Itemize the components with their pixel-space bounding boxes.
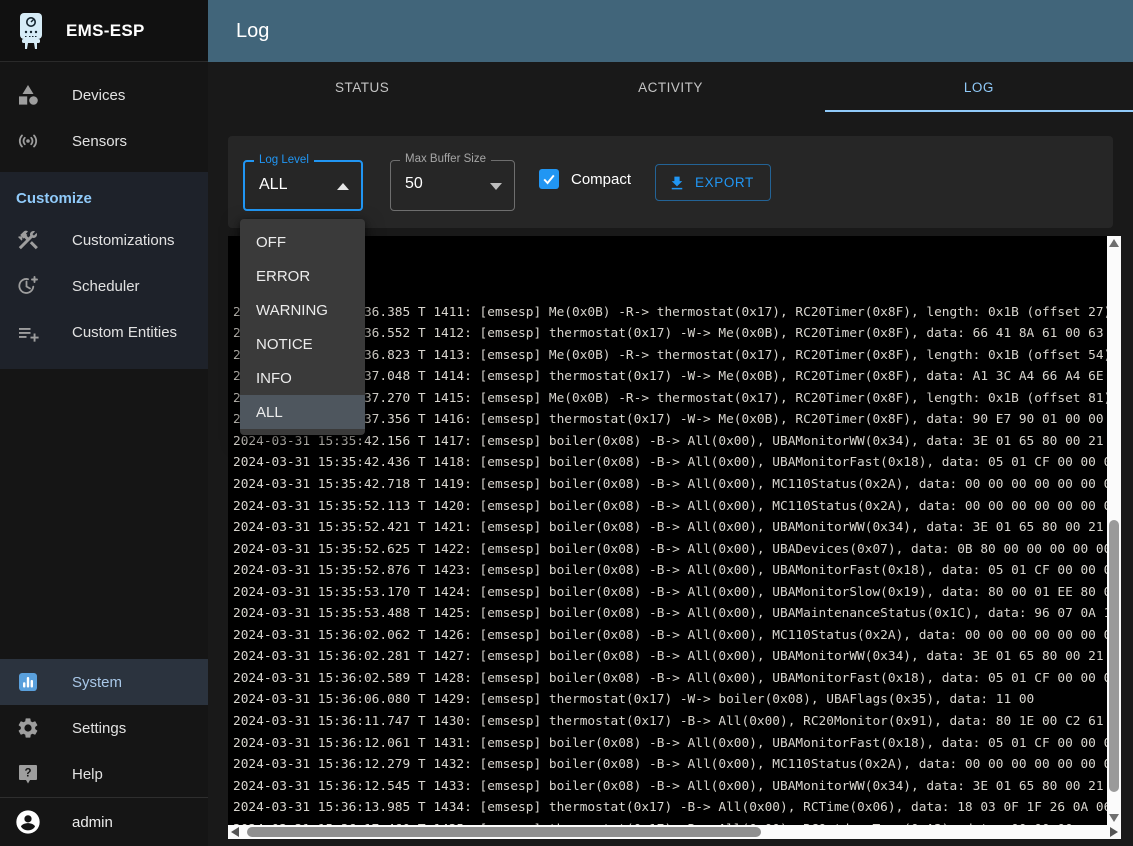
scroll-left-icon[interactable] [231, 827, 239, 837]
analytics-icon [16, 670, 40, 694]
log-level-option[interactable]: OFF [240, 225, 365, 259]
log-level-label: Log Level [254, 154, 314, 166]
log-line: 2024-03-31 15:36:02.062 T 1426: [emsesp]… [233, 625, 1107, 647]
tab-status[interactable]: STATUS [208, 62, 516, 112]
help-bubble-icon: ? [16, 762, 40, 786]
log-line: 2024-03-31 15:35:53.488 T 1425: [emsesp]… [233, 603, 1107, 625]
log-level-value: ALL [259, 176, 287, 194]
log-line: 2024-03-31 15:35:53.170 T 1424: [emsesp]… [233, 582, 1107, 604]
sidebar-item-label: Customizations [72, 232, 175, 249]
log-line: 2024-03-31 15:36:12.279 T 1432: [emsesp]… [233, 754, 1107, 776]
customize-section-title: Customize [0, 172, 208, 217]
tab-activity[interactable]: ACTIVITY [516, 62, 824, 112]
log-line: 2024-03-31 15:35:42.718 T 1419: [emsesp]… [233, 474, 1107, 496]
category-icon [16, 83, 40, 107]
log-line: 2024-03-31 15:35:52.625 T 1422: [emsesp]… [233, 539, 1107, 561]
chevron-down-icon [490, 183, 502, 190]
max-buffer-value: 50 [405, 175, 423, 193]
log-level-select[interactable]: Log Level ALL [243, 160, 363, 211]
log-line: 2024-03-31 15:35:42.436 T 1418: [emsesp]… [233, 452, 1107, 474]
playlist-add-icon [16, 320, 40, 344]
log-level-menu: OFFERRORWARNINGNOTICEINFOALL [240, 219, 365, 435]
scroll-down-icon[interactable] [1109, 814, 1119, 822]
log-level-option[interactable]: ALL [240, 395, 365, 429]
horizontal-scrollbar[interactable] [228, 825, 1121, 839]
sidebar-item-label: Help [72, 766, 103, 783]
log-level-option[interactable]: WARNING [240, 293, 365, 327]
sensors-icon [16, 129, 40, 153]
log-line: 2024-03-31 15:36:12.545 T 1433: [emsesp]… [233, 776, 1107, 798]
log-line: 2024-03-31 15:35:52.421 T 1421: [emsesp]… [233, 517, 1107, 539]
app-logo-row: EMS-ESP [0, 0, 208, 62]
sidebar: EMS-ESP Devices [0, 0, 208, 846]
boiler-logo-icon [16, 11, 46, 51]
log-line: 2024-03-31 15:36:02.281 T 1427: [emsesp]… [233, 646, 1107, 668]
log-line: 2024-03-31 15:36:11.747 T 1430: [emsesp]… [233, 711, 1107, 733]
log-controls-card: Log Level ALL Max Buffer Size 50 Compact [228, 136, 1113, 228]
sidebar-item-settings[interactable]: Settings [0, 705, 208, 751]
log-line: 2024-03-31 15:35:52.876 T 1423: [emsesp]… [233, 560, 1107, 582]
scroll-up-icon[interactable] [1109, 239, 1119, 247]
sidebar-item-scheduler[interactable]: Scheduler [0, 263, 208, 309]
sidebar-item-sensors[interactable]: Sensors [0, 118, 208, 164]
user-menu[interactable]: admin [0, 798, 208, 846]
more-time-icon [16, 274, 40, 298]
log-line: 2024-03-31 15:35:52.113 T 1420: [emsesp]… [233, 496, 1107, 518]
vertical-scrollbar[interactable] [1107, 236, 1121, 825]
sidebar-bottom: System Settings ? Help [0, 659, 208, 846]
page-title: Log [236, 20, 269, 43]
construction-icon [16, 228, 40, 252]
log-line: 2024-03-31 15:36:06.080 T 1429: [emsesp]… [233, 689, 1107, 711]
max-buffer-select[interactable]: Max Buffer Size 50 [390, 160, 515, 211]
checkmark-icon [541, 171, 557, 187]
app-title: EMS-ESP [66, 21, 145, 41]
ems-esp-app: EMS-ESP Devices [0, 0, 1133, 846]
sidebar-item-label: Settings [72, 720, 126, 737]
compact-label: Compact [571, 171, 631, 188]
appbar: Log [208, 0, 1133, 62]
export-button-label: EXPORT [695, 175, 754, 190]
log-level-option[interactable]: ERROR [240, 259, 365, 293]
log-line: 2024-03-31 15:36:13.985 T 1434: [emsesp]… [233, 797, 1107, 819]
user-name: admin [72, 814, 113, 831]
main-content: Log STATUS ACTIVITY LOG Log Level ALL Ma… [208, 0, 1133, 846]
log-line: 2024-03-31 15:36:02.589 T 1428: [emsesp]… [233, 668, 1107, 690]
log-line: 2024-03-31 15:36:12.061 T 1431: [emsesp]… [233, 733, 1107, 755]
download-icon [668, 174, 686, 192]
tab-log[interactable]: LOG [825, 62, 1133, 112]
gear-icon [16, 716, 40, 740]
vertical-scroll-thumb[interactable] [1109, 520, 1119, 792]
log-line: 2024-03-31 15:35:42.156 T 1417: [emsesp]… [233, 431, 1107, 453]
sidebar-item-help[interactable]: ? Help [0, 751, 208, 797]
svg-text:?: ? [24, 768, 31, 780]
tab-bar: STATUS ACTIVITY LOG [208, 62, 1133, 112]
export-button[interactable]: EXPORT [655, 164, 771, 201]
chevron-up-icon [337, 183, 349, 190]
account-circle-icon [14, 808, 42, 836]
sidebar-item-custom-entities[interactable]: Custom Entities [0, 309, 208, 355]
log-level-option[interactable]: NOTICE [240, 327, 365, 361]
sidebar-item-devices[interactable]: Devices [0, 72, 208, 118]
sidebar-item-label: Devices [72, 87, 125, 104]
compact-checkbox[interactable] [539, 169, 559, 189]
log-level-option[interactable]: INFO [240, 361, 365, 395]
sidebar-item-label: Scheduler [72, 278, 140, 295]
compact-toggle[interactable]: Compact [539, 169, 631, 189]
sidebar-item-customizations[interactable]: Customizations [0, 217, 208, 263]
max-buffer-label: Max Buffer Size [400, 153, 491, 165]
customize-section: Customize Customizations [0, 172, 208, 369]
sidebar-item-label: Custom Entities [72, 324, 177, 341]
sidebar-item-system[interactable]: System [0, 659, 208, 705]
sidebar-item-label: System [72, 674, 122, 691]
horizontal-scroll-thumb[interactable] [247, 827, 761, 837]
sidebar-item-label: Sensors [72, 133, 127, 150]
scroll-right-icon[interactable] [1110, 827, 1118, 837]
